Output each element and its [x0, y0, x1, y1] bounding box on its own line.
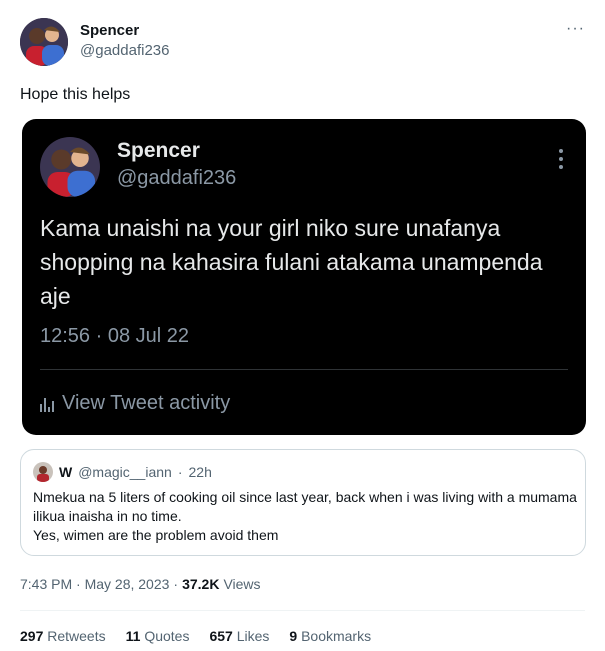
tweet-header: Spencer @gaddafi236 ···: [20, 18, 585, 68]
screenshot-activity-row: View Tweet activity: [40, 392, 230, 415]
vertical-more-icon: [558, 149, 564, 171]
tweet-timestamp[interactable]: 7:43 PM · May 28, 2023: [20, 576, 169, 592]
quoted-author-handle: @magic__iann: [78, 464, 172, 480]
likes-stat[interactable]: 657 Likes: [209, 628, 269, 644]
views-label: Views: [223, 576, 261, 592]
likes-count: 657: [209, 628, 233, 644]
quotes-stat[interactable]: 11 Quotes: [126, 628, 190, 644]
quoted-separator: ·: [177, 464, 183, 480]
screenshot-avatar: [40, 137, 100, 197]
quoted-text-line: Nmekua na 5 liters of cooking oil since …: [33, 489, 577, 524]
retweets-count: 297: [20, 628, 44, 644]
tweet-text: Hope this helps: [20, 86, 131, 103]
screenshot-image: Spencer @gaddafi236 Kama unaishi na your…: [22, 119, 586, 435]
tweet-meta: 7:43 PM · May 28, 2023 · 37.2K Views: [20, 576, 261, 592]
author-name[interactable]: Spencer: [80, 22, 139, 39]
retweets-stat[interactable]: 297 Retweets: [20, 628, 106, 644]
screenshot-author-name: Spencer: [117, 139, 200, 162]
screenshot-tweet-body: Kama unaishi na your girl niko sure unaf…: [40, 215, 543, 309]
screenshot-author-handle: @gaddafi236: [117, 167, 237, 189]
quotes-label: Quotes: [144, 628, 190, 644]
meta-separator: ·: [173, 576, 179, 592]
bar-chart-icon: [40, 396, 54, 412]
author-handle[interactable]: @gaddafi236: [80, 42, 169, 59]
quoted-age: 22h: [188, 464, 212, 480]
screenshot-divider: [40, 369, 568, 370]
avatar[interactable]: [20, 18, 68, 66]
quotes-count: 11: [125, 628, 141, 644]
quoted-tweet[interactable]: W @magic__iann · 22h Nmekua na 5 liters …: [20, 449, 586, 556]
quoted-text: Nmekua na 5 liters of cooking oil since …: [33, 488, 578, 545]
more-icon[interactable]: ···: [566, 20, 585, 38]
bookmarks-label: Bookmarks: [301, 628, 372, 644]
quoted-avatar: [33, 462, 53, 482]
likes-label: Likes: [236, 628, 270, 644]
bookmarks-count: 9: [289, 628, 298, 644]
engagement-stats: 297 Retweets 11 Quotes 657 Likes 9 Bookm…: [20, 628, 371, 644]
screenshot-timestamp: 12:56 · 08 Jul 22: [40, 325, 189, 347]
quoted-text-line: Yes, wimen are the problem avoid them: [33, 527, 279, 543]
divider: [20, 610, 585, 611]
bookmarks-stat[interactable]: 9 Bookmarks: [289, 628, 371, 644]
quoted-tweet-header: W @magic__iann · 22h: [33, 462, 212, 482]
screenshot-activity-label: View Tweet activity: [62, 392, 231, 414]
views-count: 37.2K: [182, 576, 220, 592]
quoted-author-name: W: [59, 464, 73, 480]
retweets-label: Retweets: [47, 628, 106, 644]
